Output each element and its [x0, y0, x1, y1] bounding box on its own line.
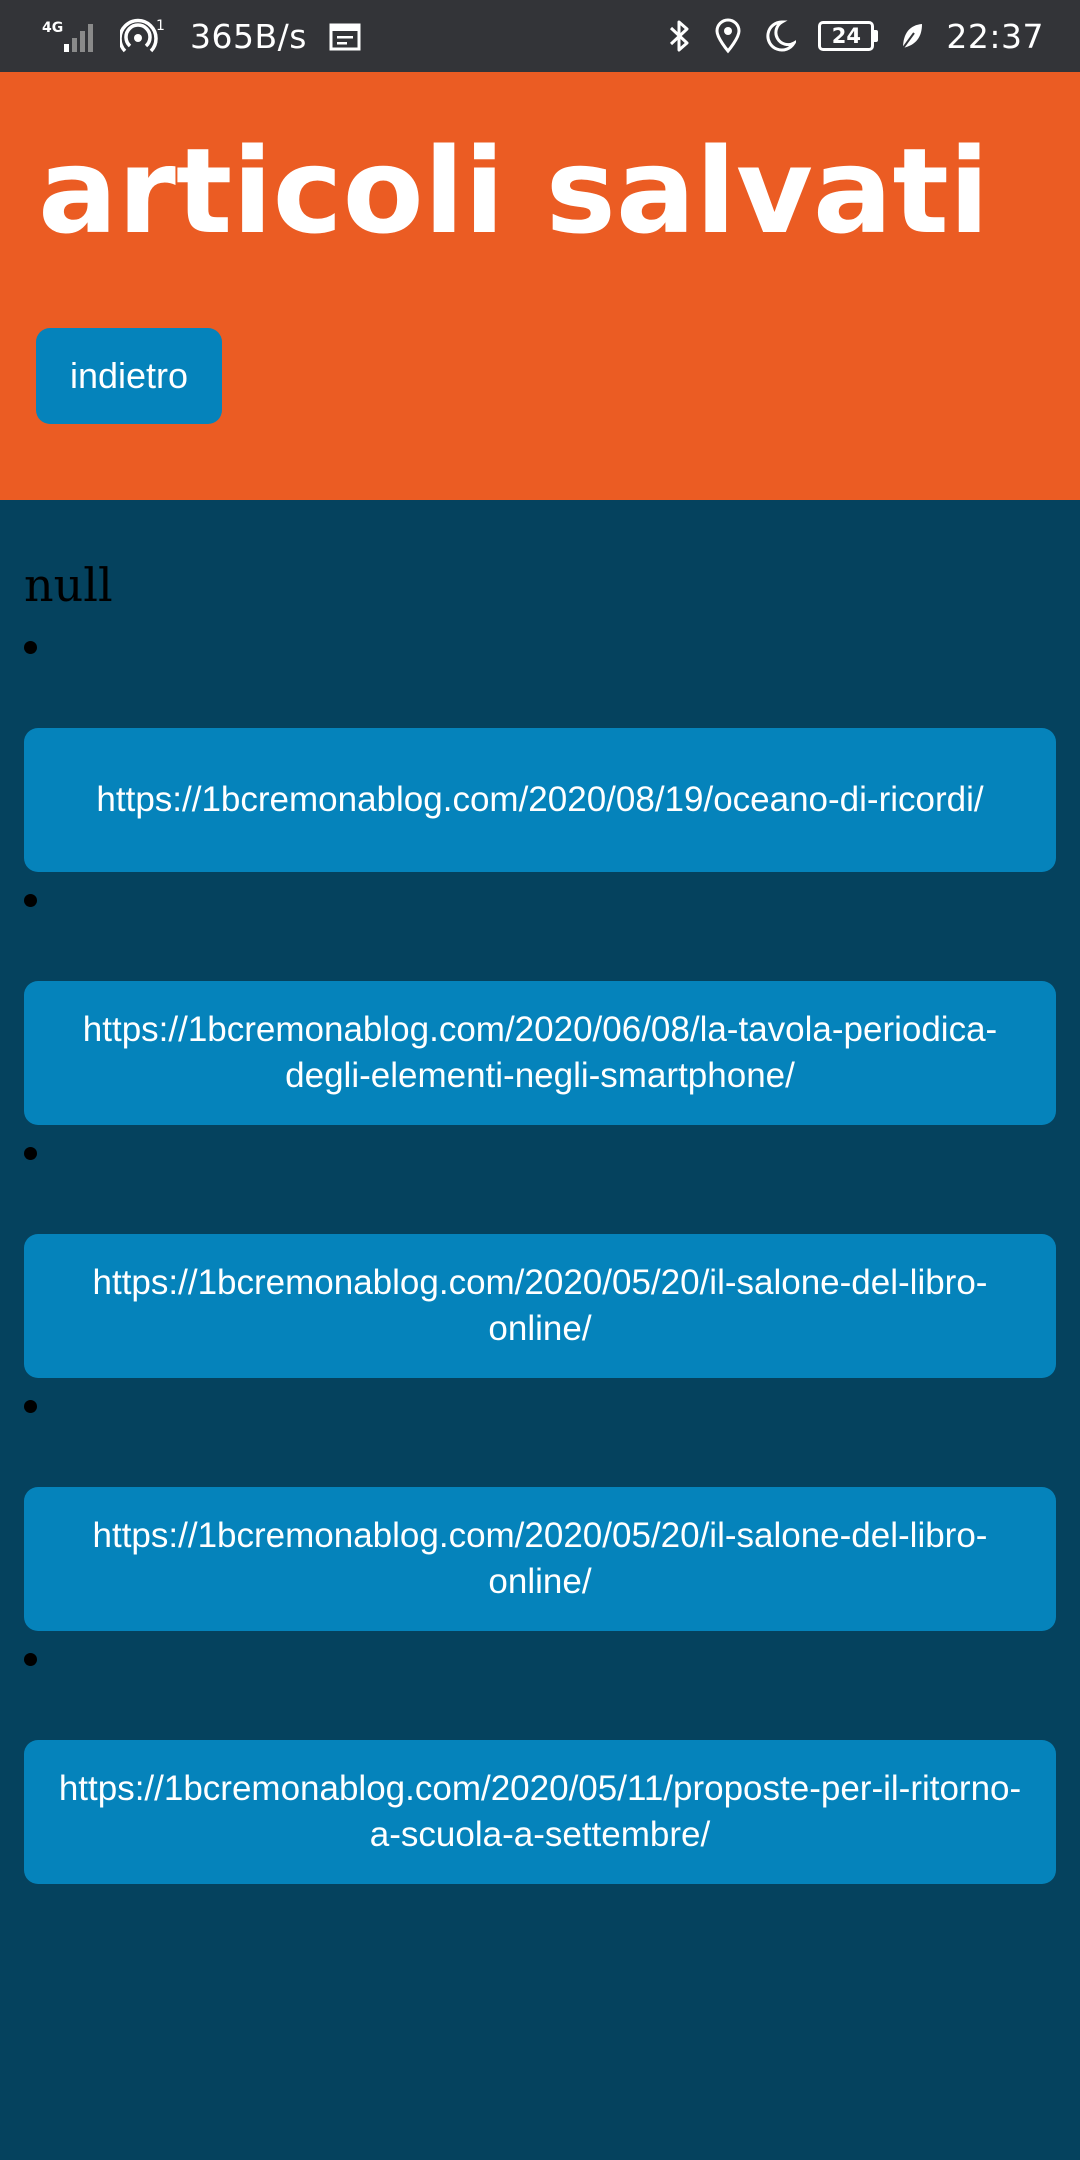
status-right: 24 22:37	[668, 0, 1044, 72]
bullet	[24, 1400, 37, 1413]
page-title: articoli salvati	[38, 122, 990, 260]
signal-icon: 4G	[42, 18, 98, 54]
article-link-button[interactable]: https://1bcremonablog.com/2020/05/20/il-…	[24, 1487, 1056, 1631]
location-icon	[714, 18, 742, 54]
battery-icon: 24	[818, 21, 879, 51]
leaf-icon	[900, 21, 924, 51]
article-link-button[interactable]: https://1bcremonablog.com/2020/05/20/il-…	[24, 1234, 1056, 1378]
bullet	[24, 1147, 37, 1160]
status-bar: 4G 1 365B/s 24 22:37	[0, 0, 1080, 72]
bluetooth-icon	[668, 18, 692, 54]
svg-text:4G: 4G	[42, 20, 63, 36]
null-label: null	[24, 558, 113, 612]
article-link-button[interactable]: https://1bcremonablog.com/2020/08/19/oce…	[24, 728, 1056, 872]
header: articoli salvati indietro	[0, 72, 1080, 500]
battery-level: 24	[818, 21, 875, 51]
article-link-button[interactable]: https://1bcremonablog.com/2020/05/11/pro…	[24, 1740, 1056, 1884]
network-speed: 365B/s	[190, 16, 307, 56]
moon-icon	[764, 19, 797, 53]
bullet	[24, 641, 37, 654]
back-button[interactable]: indietro	[36, 328, 222, 424]
hotspot-icon: 1	[120, 18, 168, 54]
bullet	[24, 894, 37, 907]
status-left: 4G 1 365B/s	[42, 0, 361, 72]
calendar-icon	[329, 21, 361, 51]
clock: 22:37	[946, 16, 1044, 56]
article-link-button[interactable]: https://1bcremonablog.com/2020/06/08/la-…	[24, 981, 1056, 1125]
hotspot-count: 1	[156, 18, 165, 34]
bullet	[24, 1653, 37, 1666]
